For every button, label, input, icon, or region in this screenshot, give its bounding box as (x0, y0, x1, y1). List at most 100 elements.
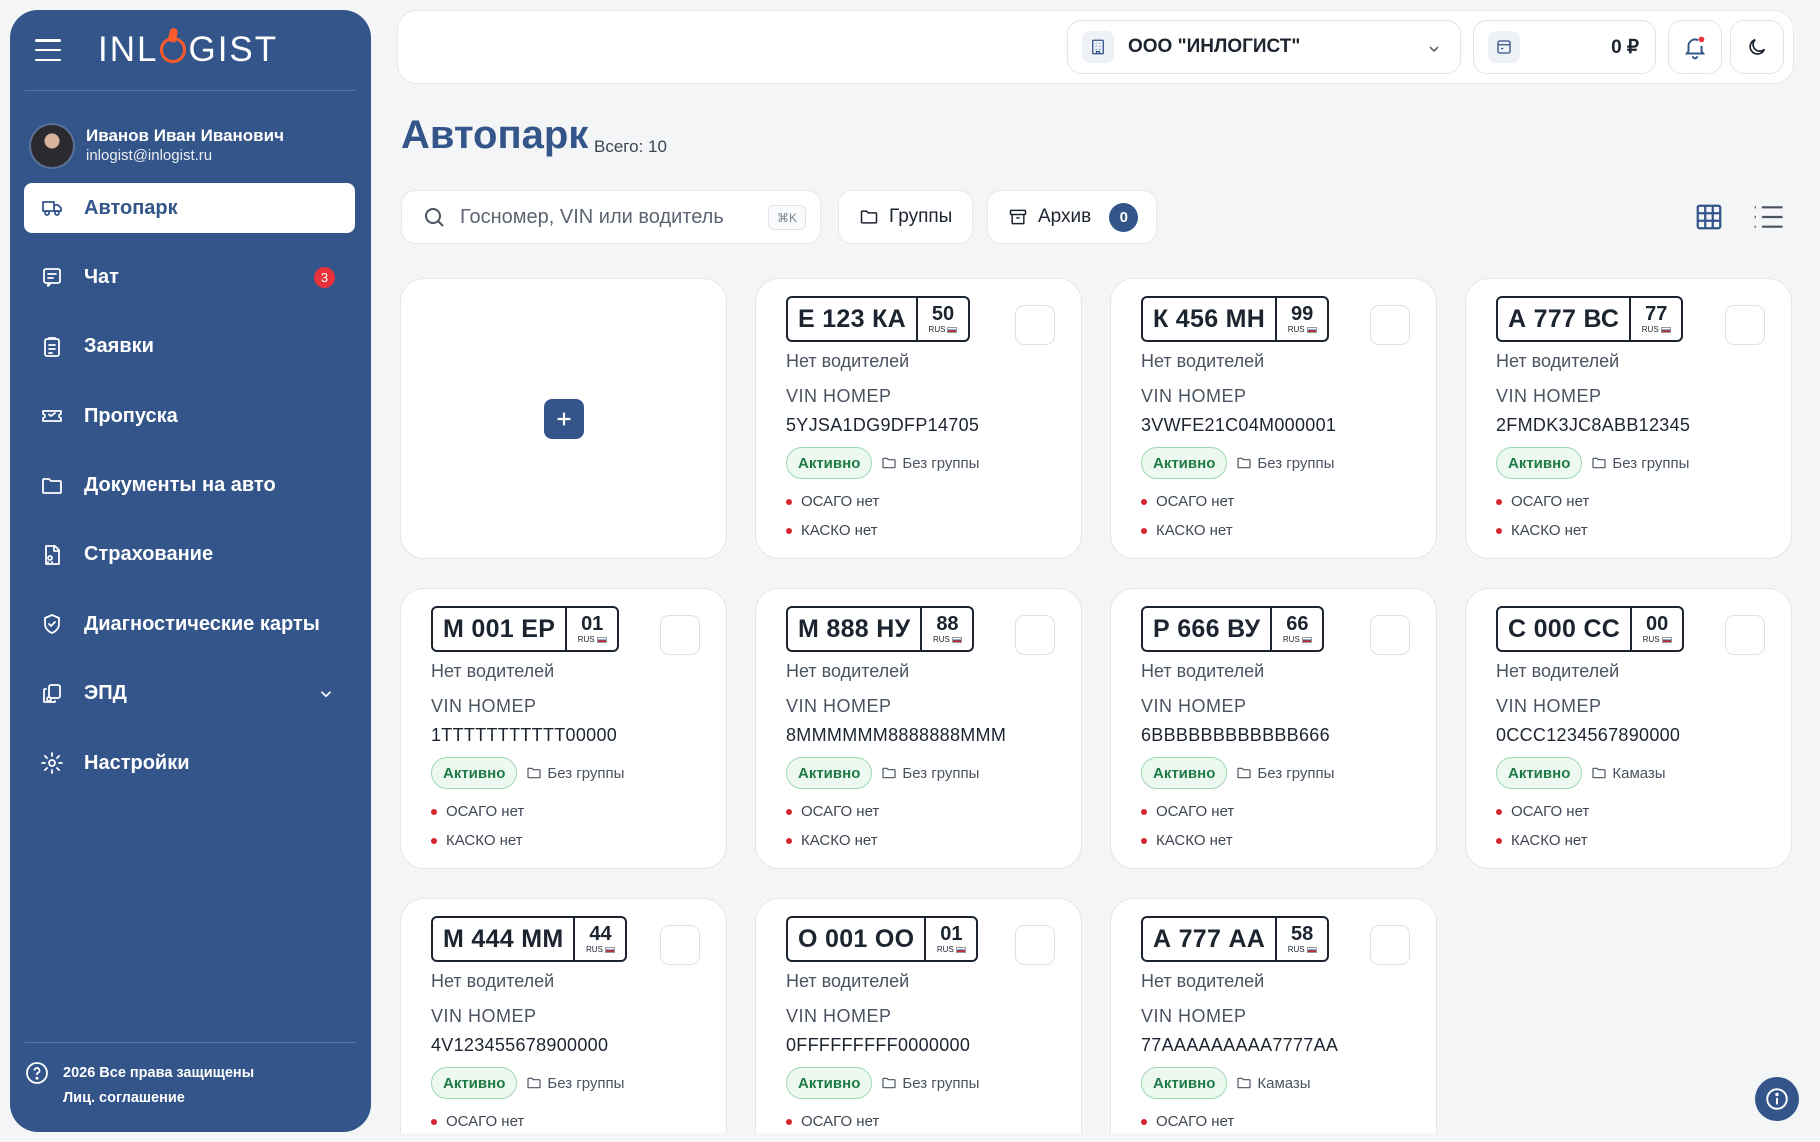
status-badge: Активно (431, 757, 518, 789)
region-code: 00 (1646, 613, 1669, 635)
sidebar-header: INL GIST (10, 10, 371, 90)
sidebar-footer: 2026 Все права защищены Лиц. соглашение (10, 1042, 371, 1132)
select-checkbox[interactable] (1370, 615, 1410, 655)
add-vehicle-button[interactable] (543, 398, 584, 439)
sidebar: INL GIST Иванов Иван Иванович inlogist@in… (10, 10, 371, 1132)
osago-status: ОСАГО нет (786, 1113, 1081, 1130)
vehicle-card[interactable]: А 777 АА 58 RUS Нет водителей VIN НОМЕР 77AAA… (1110, 898, 1437, 1133)
plate-number: О 001 ОО (798, 924, 915, 953)
notifications-button[interactable] (1668, 20, 1722, 74)
avatar (29, 123, 75, 169)
select-checkbox[interactable] (1370, 305, 1410, 345)
select-checkbox[interactable] (1015, 925, 1055, 965)
list-icon (1751, 202, 1785, 232)
info-button[interactable] (1755, 1077, 1799, 1121)
page-title: Автопарк (401, 113, 589, 157)
driver-text: Нет водителей (1141, 351, 1265, 371)
vin-value: 5YJSA1DG9DFP14705 (786, 415, 980, 435)
osago-status: ОСАГО нет (1496, 803, 1791, 820)
group-name: Без группы (902, 454, 980, 472)
help-circle-icon[interactable] (25, 1061, 49, 1111)
topbar: ООО "ИНЛОГИСТ" 0 ₽ (397, 10, 1794, 84)
driver-text: Нет водителей (786, 351, 910, 371)
plate-region: 44 RUS (573, 918, 625, 960)
vehicle-card[interactable]: М 001 ЕР 01 RUS Нет водителей VIN НОМЕР 1TTTT… (400, 588, 727, 869)
vehicle-card[interactable]: Р 666 ВУ 66 RUS Нет водителей VIN НОМЕР 6BBBB… (1110, 588, 1437, 869)
vehicle-card[interactable]: Е 123 КА 50 RUS Нет водителей VIN НОМЕР 5YJSA… (755, 278, 1082, 559)
insurance-doc-icon (39, 542, 65, 568)
menu-toggle-icon[interactable] (35, 39, 61, 61)
vin-value: 8MMMMMM8888888MMM (786, 725, 1007, 745)
archive-button[interactable]: Архив 0 (987, 190, 1157, 244)
vehicle-card[interactable]: М 444 ММ 44 RUS Нет водителей VIN НОМЕР 4V123… (400, 898, 727, 1133)
vin-label: VIN НОМЕР (1141, 386, 1247, 406)
sidebar-item-3[interactable]: Заявки (24, 322, 355, 372)
balance-widget[interactable]: 0 ₽ (1473, 20, 1656, 74)
select-checkbox[interactable] (660, 615, 700, 655)
archive-label: Архив (1038, 206, 1092, 227)
list-view-button[interactable] (1748, 197, 1788, 237)
plate-region: 01 RUS (565, 608, 617, 650)
kasko-status: КАСКО нет (1141, 522, 1436, 539)
select-checkbox[interactable] (1725, 305, 1765, 345)
russian-flag-icon (604, 946, 615, 953)
status-badge: Активно (786, 447, 873, 479)
region-code: 44 (589, 923, 612, 945)
folder-icon (1236, 455, 1252, 471)
vehicle-card[interactable]: О 001 ОО 01 RUS Нет водителей VIN НОМЕР 0FFFF… (755, 898, 1082, 1133)
sidebar-item-7[interactable]: Диагностические карты (24, 599, 355, 649)
search-input[interactable] (460, 205, 760, 229)
license-plate: М 444 ММ 44 RUS (431, 916, 628, 962)
user-name: Иванов Иван Иванович (86, 126, 284, 145)
vin-label: VIN НОМЕР (786, 1006, 892, 1026)
status-badge: Активно (786, 1067, 873, 1099)
select-checkbox[interactable] (1370, 925, 1410, 965)
plate-number: А 777 АА (1153, 924, 1266, 953)
company-selector[interactable]: ООО "ИНЛОГИСТ" (1067, 20, 1461, 74)
unread-badge: 3 (314, 267, 335, 289)
search-icon (422, 205, 446, 229)
red-dot-icon (1496, 837, 1502, 844)
archive-count-badge: 0 (1109, 202, 1139, 232)
sidebar-item-6[interactable]: Страхование (24, 530, 355, 580)
sidebar-item-1[interactable]: Автопарк (24, 183, 355, 233)
sidebar-item-9[interactable]: Настройки (24, 738, 355, 788)
vehicle-card[interactable]: К 456 МН 99 RUS Нет водителей VIN НОМЕР 3VWFE… (1110, 278, 1437, 559)
folder-icon (1236, 1075, 1252, 1091)
select-checkbox[interactable] (1015, 615, 1055, 655)
groups-button[interactable]: Группы (838, 190, 973, 244)
sidebar-item-5[interactable]: Документы на авто (24, 461, 355, 511)
chevron-down-icon[interactable] (317, 685, 335, 703)
vehicle-card[interactable]: М 888 НУ 88 RUS Нет водителей VIN НОМЕР 8MMMM… (755, 588, 1082, 869)
sidebar-item-label: Диагностические карты (84, 612, 320, 635)
region-code: 77 (1645, 303, 1668, 325)
sidebar-nav: Автопарк Чат 3 Заявки Пропуска Документы на а… (24, 183, 355, 808)
select-checkbox[interactable] (660, 925, 700, 965)
app-logo[interactable]: INL GIST (98, 30, 278, 70)
russian-flag-icon (1306, 946, 1317, 953)
russian-flag-icon (1660, 326, 1671, 333)
logo-flame-o (160, 37, 187, 63)
russian-flag-icon (1301, 636, 1312, 643)
company-name: ООО "ИНЛОГИСТ" (1128, 36, 1301, 57)
group-tag: Без группы (1236, 455, 1334, 472)
vin-value: 6BBBBBBBBBBBB666 (1141, 725, 1330, 745)
user-profile[interactable]: Иванов Иван Иванович inlogist@inlogist.r… (10, 91, 371, 183)
red-dot-icon (786, 1118, 792, 1125)
select-checkbox[interactable] (1015, 305, 1055, 345)
vehicle-card[interactable]: А 777 ВС 77 RUS Нет водителей VIN НОМЕР 2FMDK… (1465, 278, 1792, 559)
group-name: Без группы (902, 1074, 980, 1092)
folder-icon (39, 473, 65, 499)
select-checkbox[interactable] (1725, 615, 1765, 655)
theme-toggle-button[interactable] (1730, 20, 1784, 74)
sidebar-item-2[interactable]: Чат 3 (24, 252, 355, 302)
region-code: 88 (936, 613, 959, 635)
grid-view-button[interactable] (1689, 197, 1729, 237)
sidebar-item-8[interactable]: ЭПД (24, 669, 355, 719)
vehicle-card[interactable]: С 000 СС 00 RUS Нет водителей VIN НОМЕР 0CCC1… (1465, 588, 1792, 869)
red-dot-icon (1141, 527, 1147, 534)
license-agreement-link[interactable]: Лиц. соглашение (63, 1086, 254, 1111)
sidebar-item-4[interactable]: Пропуска (24, 391, 355, 441)
ticket-icon (39, 403, 65, 429)
add-vehicle-card[interactable] (400, 278, 727, 559)
